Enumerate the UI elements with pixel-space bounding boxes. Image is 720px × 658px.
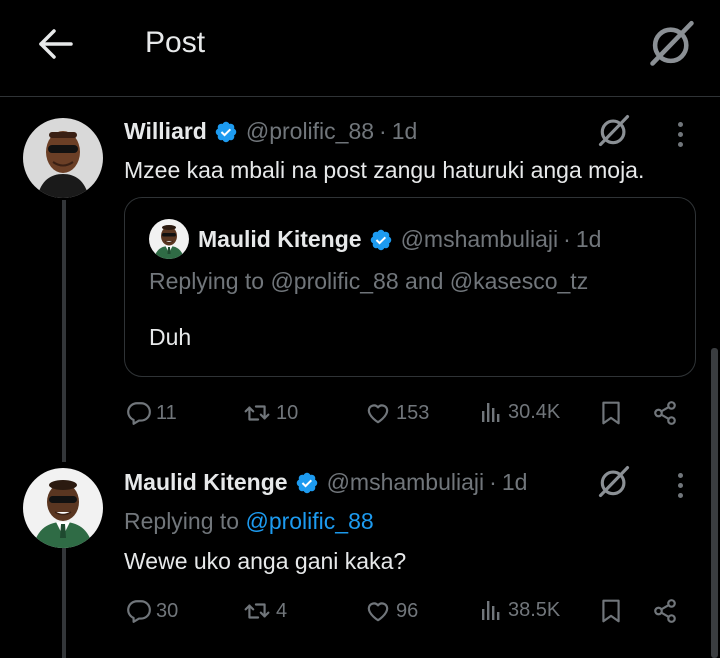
share-icon: [652, 400, 678, 426]
views-button[interactable]: 38.5K: [480, 598, 560, 622]
verified-badge-icon: [295, 471, 319, 495]
quoted-tweet-header: Maulid Kitenge @mshambuliaji · 1d: [198, 226, 601, 253]
thread-line: [62, 545, 66, 658]
username[interactable]: @prolific_88: [246, 118, 374, 145]
replying-to-prefix: Replying to: [124, 508, 240, 534]
more-dot-icon: [677, 141, 683, 147]
share-icon: [652, 598, 678, 624]
reply-icon: [126, 598, 152, 624]
like-count: 153: [396, 401, 430, 424]
repost-count: 4: [276, 599, 288, 622]
avatar[interactable]: [23, 468, 103, 548]
avatar-image: [23, 118, 103, 198]
username[interactable]: @mshambuliaji: [327, 469, 485, 496]
like-button[interactable]: 153: [364, 400, 429, 426]
like-button[interactable]: 96: [364, 598, 418, 624]
bookmark-button[interactable]: [598, 400, 624, 426]
reply-count: 30: [156, 599, 179, 622]
replying-to-link[interactable]: @prolific_88: [245, 508, 373, 534]
quoted-tweet[interactable]: Maulid Kitenge @mshambuliaji · 1d Replyi…: [124, 197, 696, 377]
verified-badge-icon: [214, 120, 238, 144]
more-options-button[interactable]: [668, 467, 692, 503]
views-button[interactable]: 30.4K: [480, 400, 560, 424]
bookmark-button[interactable]: [598, 598, 624, 624]
repost-icon: [242, 400, 272, 426]
view-count: 30.4K: [508, 400, 561, 423]
arrow-left-icon: [39, 29, 73, 59]
like-count: 96: [396, 599, 419, 622]
share-button[interactable]: [652, 400, 678, 426]
tweet-actions: 30 4 96 38.5K: [124, 592, 684, 632]
tweet-header: Williard @prolific_88 · 1d: [124, 118, 417, 145]
avatar-image: [149, 219, 189, 259]
grok-button[interactable]: [596, 113, 632, 149]
more-dot-icon: [677, 121, 683, 127]
reply-button[interactable]: 30: [126, 598, 178, 624]
back-button[interactable]: [36, 24, 76, 64]
repost-button[interactable]: 10: [242, 400, 298, 426]
reply-count: 11: [156, 401, 177, 424]
scrollbar[interactable]: [711, 348, 718, 658]
reply-button[interactable]: 11: [126, 400, 177, 426]
avatar-image: [23, 468, 103, 548]
timestamp: 1d: [575, 226, 602, 252]
tweet-text: Wewe uko anga gani kaka?: [124, 548, 407, 574]
bookmark-icon: [598, 400, 624, 426]
thread-line: [62, 200, 66, 462]
separator: ·: [563, 226, 571, 252]
share-button[interactable]: [652, 598, 678, 624]
grok-icon: [596, 113, 632, 149]
username[interactable]: @mshambuliaji: [401, 226, 559, 253]
separator: ·: [379, 118, 387, 144]
repost-button[interactable]: 4: [242, 598, 287, 624]
reply-icon: [126, 400, 152, 426]
replying-to: Replying to @prolific_88: [124, 508, 374, 535]
page-title: Post: [145, 26, 206, 59]
more-dot-icon: [677, 131, 683, 137]
separator: ·: [489, 469, 497, 495]
grok-button[interactable]: [596, 464, 632, 500]
more-dot-icon: [677, 472, 683, 478]
display-name[interactable]: Williard: [124, 118, 207, 145]
avatar[interactable]: [23, 118, 103, 198]
more-dot-icon: [677, 492, 683, 498]
views-chart-icon: [480, 400, 504, 424]
verified-badge-icon: [369, 228, 393, 252]
replying-to: Replying to @prolific_88 and @kasesco_tz: [149, 268, 589, 294]
tweet-text: Mzee kaa mbali na post zangu haturuki an…: [124, 157, 645, 183]
timestamp[interactable]: 1d: [502, 469, 528, 496]
top-bar: Post: [0, 0, 720, 97]
grok-icon: [596, 464, 632, 500]
views-chart-icon: [480, 598, 504, 622]
more-options-button[interactable]: [668, 116, 692, 152]
repost-icon: [242, 598, 272, 624]
view-count: 38.5K: [508, 598, 561, 621]
more-dot-icon: [677, 482, 683, 488]
display-name[interactable]: Maulid Kitenge: [198, 226, 362, 253]
tweet-header: Maulid Kitenge @mshambuliaji · 1d: [124, 469, 527, 496]
grok-icon: [646, 18, 698, 70]
quoted-tweet-text: Duh: [149, 324, 192, 350]
display-name[interactable]: Maulid Kitenge: [124, 469, 288, 496]
heart-icon: [364, 400, 392, 426]
timestamp[interactable]: 1d: [392, 118, 418, 145]
tweet-actions: 11 10 153 30.4K: [124, 394, 684, 434]
avatar[interactable]: [149, 219, 189, 259]
repost-count: 10: [276, 401, 299, 424]
bookmark-icon: [598, 598, 624, 624]
heart-icon: [364, 598, 392, 624]
grok-button[interactable]: [646, 18, 698, 70]
